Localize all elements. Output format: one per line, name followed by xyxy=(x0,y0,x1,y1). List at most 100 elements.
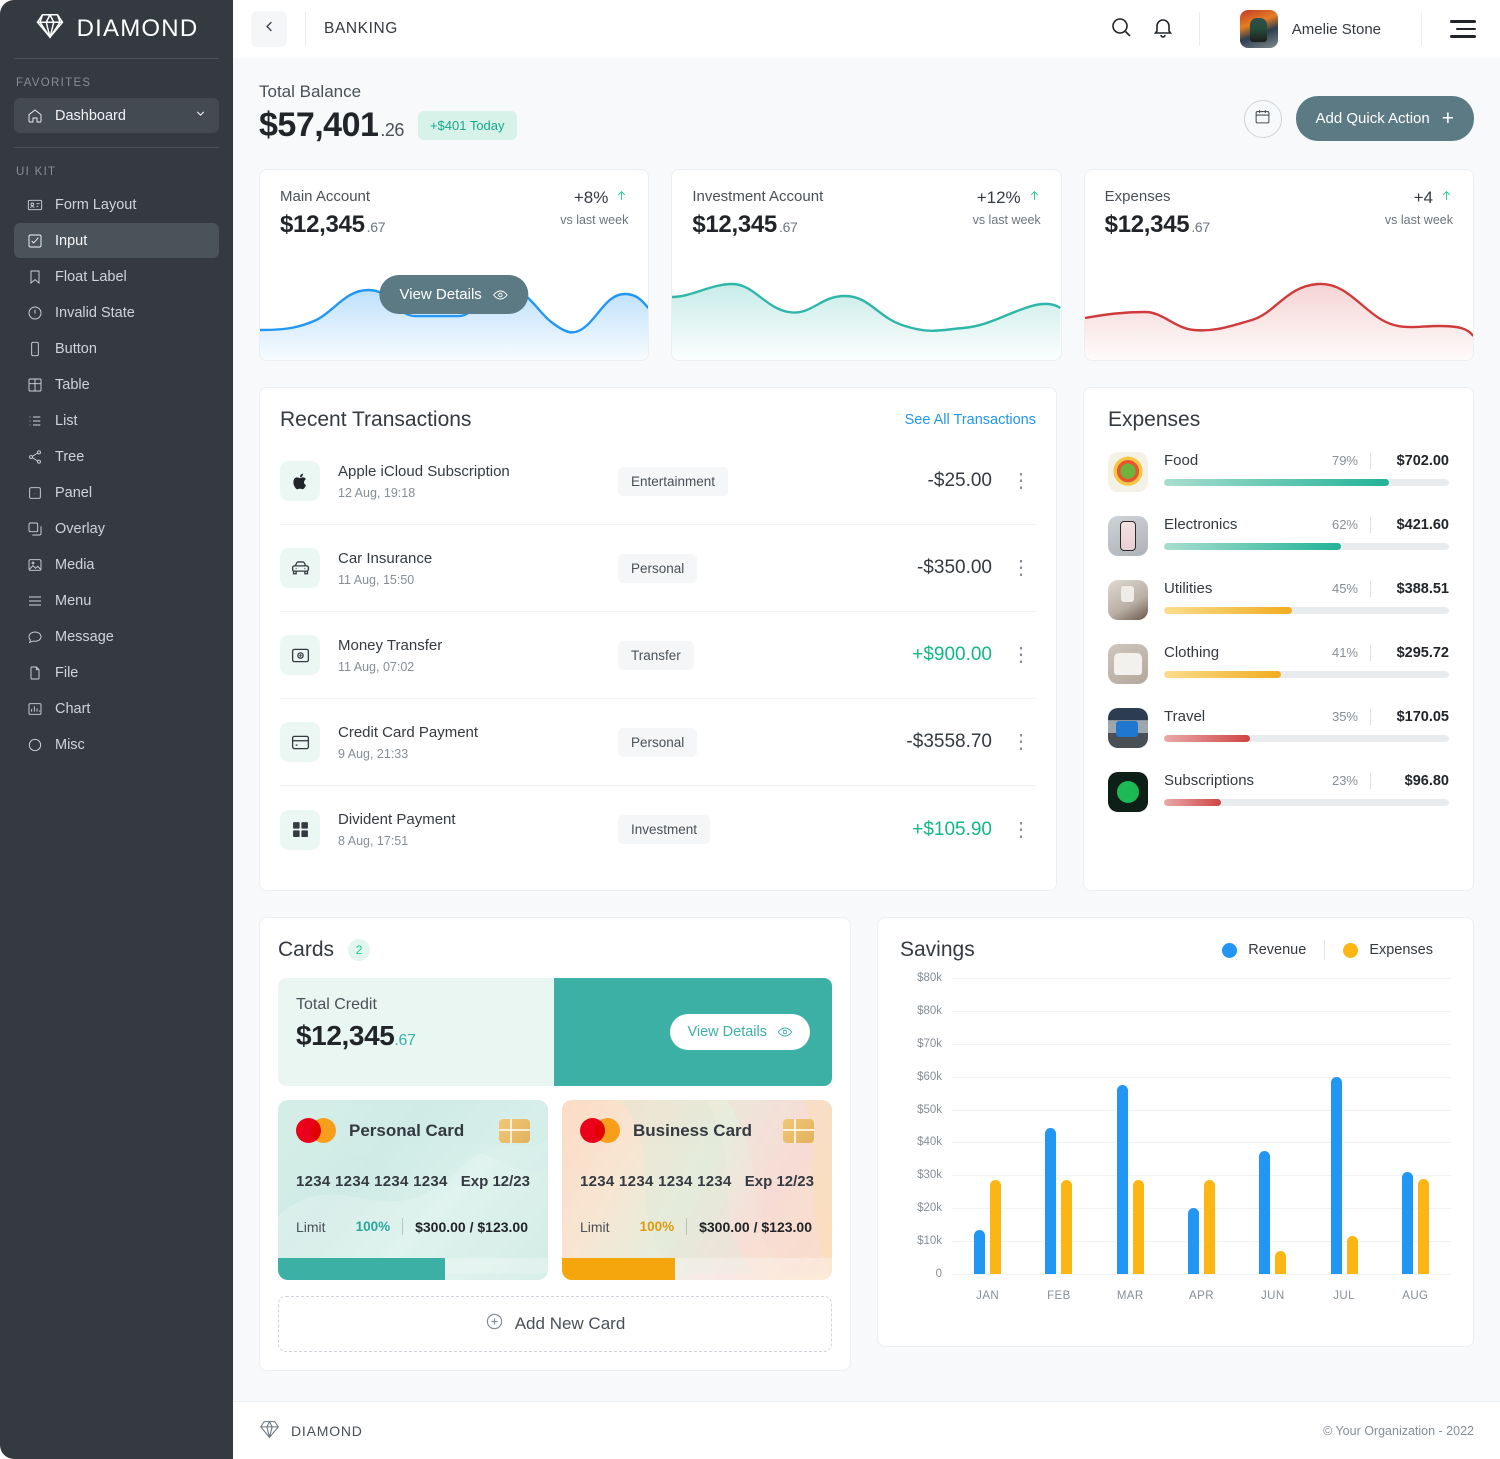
stat-card-main-account[interactable]: Main Account $12,345.67 +8% vs last week xyxy=(259,169,649,361)
chart-bar[interactable] xyxy=(1275,1251,1286,1274)
sidebar-item-message[interactable]: Message xyxy=(14,619,219,654)
expense-divider xyxy=(1370,453,1371,469)
expense-pct: 23% xyxy=(1332,773,1358,788)
sidebar-brand-label: DIAMOND xyxy=(77,15,199,43)
stat-cards-row: Main Account $12,345.67 +8% vs last week xyxy=(259,169,1474,361)
sidebar-item-float-label[interactable]: Float Label xyxy=(14,259,219,294)
view-details-button[interactable]: View Details xyxy=(670,1014,810,1050)
payment-card-business[interactable]: Business Card 1234 1234 1234 1234 Exp 12… xyxy=(562,1100,832,1280)
legend-item-revenue[interactable]: Revenue xyxy=(1204,942,1324,958)
sidebar-item-tree[interactable]: Tree xyxy=(14,439,219,474)
transaction-tag: Investment xyxy=(618,815,710,844)
mastercard-icon xyxy=(580,1118,620,1143)
chart-bar[interactable] xyxy=(1188,1208,1199,1274)
table-row[interactable]: Credit Card Payment 9 Aug, 21:33 Persona… xyxy=(280,699,1036,786)
sidebar-item-label: Overlay xyxy=(55,521,105,537)
chart-x-tick-label: APR xyxy=(1166,1290,1237,1302)
message-icon xyxy=(26,628,43,645)
payment-card-limit-amount: $300.00 / $123.00 xyxy=(699,1219,812,1235)
sidebar-item-label: Message xyxy=(55,629,114,645)
sidebar-item-invalid-state[interactable]: Invalid State xyxy=(14,295,219,330)
expense-name: Utilities xyxy=(1164,580,1212,597)
see-all-transactions-link[interactable]: See All Transactions xyxy=(905,412,1036,428)
chart-bar[interactable] xyxy=(1133,1180,1144,1274)
chart-bar[interactable] xyxy=(1045,1128,1056,1274)
sidebar-item-menu[interactable]: Menu xyxy=(14,583,219,618)
chart-y-tick-label: $30k xyxy=(917,1169,942,1181)
transaction-amount: -$25.00 xyxy=(928,470,992,492)
transaction-more-icon[interactable]: ⋮ xyxy=(1006,471,1036,491)
chart-y-tick-label: $20k xyxy=(917,1202,942,1214)
hamburger-icon[interactable] xyxy=(1440,11,1476,47)
legend-item-expenses[interactable]: Expenses xyxy=(1325,942,1451,958)
bookmark-icon xyxy=(26,268,43,285)
list-item[interactable]: Subscriptions 23% $96.80 xyxy=(1108,772,1449,812)
add-quick-action-button[interactable]: Add Quick Action + xyxy=(1296,96,1475,141)
sidebar-item-label: Input xyxy=(55,233,87,249)
sidebar-item-input[interactable]: Input xyxy=(14,223,219,258)
view-details-button[interactable]: View Details xyxy=(380,275,529,314)
transaction-more-icon[interactable]: ⋮ xyxy=(1006,820,1036,840)
breadcrumb: BANKING xyxy=(324,20,398,38)
notifications-button[interactable] xyxy=(1145,11,1181,47)
chart-bar[interactable] xyxy=(974,1230,985,1274)
sidebar-item-list[interactable]: List xyxy=(14,403,219,438)
sidebar-item-form-layout[interactable]: Form Layout xyxy=(14,187,219,222)
transaction-more-icon[interactable]: ⋮ xyxy=(1006,732,1036,752)
sidebar-item-table[interactable]: Table xyxy=(14,367,219,402)
search-button[interactable] xyxy=(1103,11,1139,47)
sidebar-item-label: Dashboard xyxy=(55,108,126,124)
topbar: BANKING Amelie Stone xyxy=(233,0,1500,58)
sidebar-item-file[interactable]: File xyxy=(14,655,219,690)
sidebar-item-dashboard[interactable]: Dashboard xyxy=(14,98,219,133)
transaction-more-icon[interactable]: ⋮ xyxy=(1006,558,1036,578)
chart-bar-group xyxy=(1380,978,1451,1274)
transaction-more-icon[interactable]: ⋮ xyxy=(1006,645,1036,665)
home-icon xyxy=(26,107,43,124)
expense-divider xyxy=(1370,581,1371,597)
transactions-header: Recent Transactions See All Transactions xyxy=(280,408,1036,438)
list-item[interactable]: Travel 35% $170.05 xyxy=(1108,708,1449,748)
transaction-amount: +$105.90 xyxy=(912,819,992,841)
chart-bar[interactable] xyxy=(1418,1179,1429,1274)
chart-bar[interactable] xyxy=(1259,1151,1270,1274)
chart-bar[interactable] xyxy=(1331,1077,1342,1274)
balance-today-badge: +$401 Today xyxy=(418,111,517,140)
chart-bar[interactable] xyxy=(1117,1085,1128,1274)
chart-bar[interactable] xyxy=(1061,1180,1072,1274)
add-new-card-button[interactable]: Add New Card xyxy=(278,1296,832,1352)
menu-icon xyxy=(26,592,43,609)
sidebar-item-overlay[interactable]: Overlay xyxy=(14,511,219,546)
list-item[interactable]: Clothing 41% $295.72 xyxy=(1108,644,1449,684)
stat-card-subtitle: vs last week xyxy=(560,213,628,227)
user-menu[interactable]: Amelie Stone xyxy=(1218,10,1403,48)
stat-card-investment-account[interactable]: Investment Account $12,345.67 +12% vs la… xyxy=(671,169,1061,361)
table-row[interactable]: Apple iCloud Subscription 12 Aug, 19:18 … xyxy=(280,438,1036,525)
sidebar-item-label: Button xyxy=(55,341,97,357)
transaction-tag: Personal xyxy=(618,728,697,757)
list-item[interactable]: Utilities 45% $388.51 xyxy=(1108,580,1449,620)
expense-progress xyxy=(1164,479,1449,486)
chart-bar[interactable] xyxy=(1204,1180,1215,1274)
total-credit-right: View Details xyxy=(554,978,832,1086)
chart-bar[interactable] xyxy=(1347,1236,1358,1274)
back-button[interactable] xyxy=(251,11,287,47)
table-row[interactable]: Divident Payment 8 Aug, 17:51 Investment… xyxy=(280,786,1036,873)
payment-card-personal[interactable]: Personal Card 1234 1234 1234 1234 Exp 12… xyxy=(278,1100,548,1280)
calendar-button[interactable] xyxy=(1244,100,1282,138)
sidebar-item-chart[interactable]: Chart xyxy=(14,691,219,726)
list-item[interactable]: Electronics 62% $421.60 xyxy=(1108,516,1449,556)
table-row[interactable]: Car Insurance 11 Aug, 15:50 Personal -$3… xyxy=(280,525,1036,612)
transaction-tag: Personal xyxy=(618,554,697,583)
chart-bar[interactable] xyxy=(990,1180,1001,1274)
chart-bar[interactable] xyxy=(1402,1172,1413,1274)
sidebar-item-media[interactable]: Media xyxy=(14,547,219,582)
media-icon xyxy=(26,556,43,573)
table-row[interactable]: Money Transfer 11 Aug, 07:02 Transfer +$… xyxy=(280,612,1036,699)
sidebar-item-button[interactable]: Button xyxy=(14,331,219,366)
sidebar-item-panel[interactable]: Panel xyxy=(14,475,219,510)
transaction-date: 9 Aug, 21:33 xyxy=(338,747,618,761)
sidebar-item-misc[interactable]: Misc xyxy=(14,727,219,762)
stat-card-expenses[interactable]: Expenses $12,345.67 +4 vs last week xyxy=(1084,169,1474,361)
list-item[interactable]: Food 79% $702.00 xyxy=(1108,452,1449,492)
